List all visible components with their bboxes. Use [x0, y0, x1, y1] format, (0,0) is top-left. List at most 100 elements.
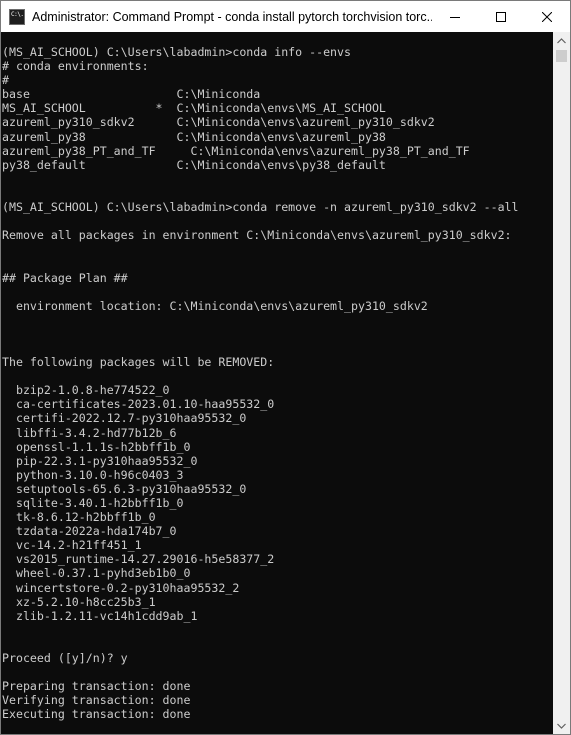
- console-line: ## Package Plan ##: [2, 271, 519, 285]
- scroll-up-button[interactable]: [553, 32, 570, 49]
- console-line-text: Executing transaction: done: [2, 707, 191, 722]
- console-line: vs2015_runtime-14.27.29016-h5e58377_2: [2, 552, 519, 566]
- console-line-text: vs2015_runtime-14.27.29016-h5e58377_2: [2, 552, 275, 567]
- console-line: Verifying transaction: done: [2, 693, 519, 707]
- scroll-thumb[interactable]: [556, 50, 567, 62]
- console-line: azureml_py310_sdkv2 C:\Miniconda\envs\az…: [2, 115, 519, 129]
- window-controls: [432, 1, 570, 32]
- console-line-text: wheel-0.37.1-pyhd3eb1b0_0: [2, 566, 191, 581]
- command-prompt-icon-label: C:\.: [11, 10, 24, 18]
- console-line-text: Preparing transaction: done: [2, 679, 191, 694]
- console-line: azureml_py38 C:\Miniconda\envs\azureml_p…: [2, 130, 519, 144]
- console-line-text: Verifying transaction: done: [2, 693, 191, 708]
- console-line: (MS_AI_SCHOOL) C:\Users\labadmin>conda i…: [2, 45, 519, 59]
- console-line-text: vc-14.2-h21ff451_1: [2, 538, 142, 553]
- console-line: azureml_py38_PT_and_TF C:\Miniconda\envs…: [2, 144, 519, 158]
- console-line: python-3.10.0-h96c0403_3: [2, 468, 519, 482]
- scroll-down-button[interactable]: [553, 717, 570, 734]
- console-line: base C:\Miniconda: [2, 87, 519, 101]
- console-line: Proceed ([y]/n)? y: [2, 651, 519, 665]
- console-line-text: wincertstore-0.2-py310haa95532_2: [2, 580, 240, 595]
- console-line: wincertstore-0.2-py310haa95532_2: [2, 581, 519, 595]
- console-line: sqlite-3.40.1-h2bbff1b_0: [2, 496, 519, 510]
- console-line: py38_default C:\Miniconda\envs\py38_defa…: [2, 158, 519, 172]
- console-line-text: #: [2, 73, 9, 88]
- console-line: Remove all packages in environment C:\Mi…: [2, 228, 519, 242]
- console-line-text: pip-22.3.1-py310haa95532_0: [2, 453, 198, 468]
- console-line-text: Remove all packages in environment C:\Mi…: [2, 228, 512, 243]
- console-line-text: bzip2-1.0.8-he774522_0: [2, 383, 170, 398]
- minimize-button[interactable]: [432, 1, 478, 32]
- console-line: wheel-0.37.1-pyhd3eb1b0_0: [2, 566, 519, 580]
- close-button[interactable]: [524, 1, 570, 32]
- console-line: vc-14.2-h21ff451_1: [2, 538, 519, 552]
- console-line-text: zlib-1.2.11-vc14h1cdd9ab_1: [2, 608, 198, 623]
- console-line-text: base C:\Miniconda: [2, 87, 261, 102]
- console-line: bzip2-1.0.8-he774522_0: [2, 383, 519, 397]
- console-line-text: py38_default C:\Miniconda\envs\py38_defa…: [2, 157, 386, 172]
- maximize-icon: [496, 11, 506, 22]
- console-line-text: azureml_py310_sdkv2 C:\Miniconda\envs\az…: [2, 115, 435, 130]
- console-line: zlib-1.2.11-vc14h1cdd9ab_1: [2, 609, 519, 623]
- console-line: Preparing transaction: done: [2, 679, 519, 693]
- maximize-button[interactable]: [478, 1, 524, 32]
- console-line-text: (MS_AI_SCHOOL) C:\Users\labadmin>conda r…: [2, 200, 519, 215]
- console-line: MS_AI_SCHOOL * C:\Miniconda\envs\MS_AI_S…: [2, 101, 519, 115]
- console-line: (MS_AI_SCHOOL) C:\Users\labadmin>conda r…: [2, 200, 519, 214]
- console-line-text: openssl-1.1.1s-h2bbff1b_0: [2, 439, 191, 454]
- console-line-text: (MS_AI_SCHOOL) C:\Users\labadmin>conda i…: [2, 45, 352, 59]
- console-line: setuptools-65.6.3-py310haa95532_0: [2, 482, 519, 496]
- close-icon: [542, 11, 552, 22]
- console-line: tk-8.6.12-h2bbff1b_0: [2, 510, 519, 524]
- console-line: certifi-2022.12.7-py310haa95532_0: [2, 411, 519, 425]
- console-line: openssl-1.1.1s-h2bbff1b_0: [2, 440, 519, 454]
- console-line-text: azureml_py38_PT_and_TF C:\Miniconda\envs…: [2, 143, 470, 158]
- scroll-down-arrow-icon: [557, 723, 566, 729]
- console-line: The following packages will be REMOVED:: [2, 355, 519, 369]
- console-line-text: xz-5.2.10-h8cc25b3_1: [2, 594, 156, 609]
- console-line-text: # conda environments:: [2, 59, 149, 74]
- console-line: tzdata-2022a-hda174b7_0: [2, 524, 519, 538]
- console-line-text: tk-8.6.12-h2bbff1b_0: [2, 510, 156, 525]
- console-line: #: [2, 73, 519, 87]
- console-line-text: environment location: C:\Miniconda\envs\…: [2, 298, 428, 313]
- vertical-scrollbar[interactable]: [553, 32, 570, 734]
- console-output[interactable]: (MS_AI_SCHOOL) C:\Users\labadmin>conda i…: [1, 32, 553, 734]
- command-prompt-icon[interactable]: C:\.: [9, 8, 25, 25]
- console-line-text: ca-certificates-2023.01.10-haa95532_0: [2, 397, 275, 412]
- command-prompt-window: C:\. Administrator: Command Prompt - con…: [0, 0, 571, 735]
- console-line-text: sqlite-3.40.1-h2bbff1b_0: [2, 496, 184, 510]
- console-line: Executing transaction: done: [2, 707, 519, 721]
- console-line-text: certifi-2022.12.7-py310haa95532_0: [2, 411, 247, 426]
- console-line-text: libffi-3.4.2-hd77b12b_6: [2, 425, 177, 440]
- console-line-text: azureml_py38 C:\Miniconda\envs\azureml_p…: [2, 129, 386, 144]
- console-line-text: The following packages will be REMOVED:: [2, 355, 275, 370]
- console-line: environment location: C:\Miniconda\envs\…: [2, 299, 519, 313]
- console-lines: (MS_AI_SCHOOL) C:\Users\labadmin>conda i…: [2, 45, 519, 734]
- console-line-text: Proceed ([y]/n)? y: [2, 651, 128, 666]
- console-line: ca-certificates-2023.01.10-haa95532_0: [2, 397, 519, 411]
- console-line-text: python-3.10.0-h96c0403_3: [2, 467, 184, 482]
- window-title: Administrator: Command Prompt - conda in…: [32, 9, 432, 24]
- console-line-text: ## Package Plan ##: [2, 270, 128, 285]
- console-line-text: MS_AI_SCHOOL * C:\Miniconda\envs\MS_AI_S…: [2, 101, 386, 116]
- console-line-text: setuptools-65.6.3-py310haa95532_0: [2, 481, 247, 496]
- console-line: libffi-3.4.2-hd77b12b_6: [2, 426, 519, 440]
- console-line: pip-22.3.1-py310haa95532_0: [2, 454, 519, 468]
- title-bar[interactable]: C:\. Administrator: Command Prompt - con…: [1, 1, 570, 32]
- minimize-icon: [450, 16, 460, 18]
- scroll-up-arrow-icon: [557, 37, 566, 43]
- console-line: # conda environments:: [2, 59, 519, 73]
